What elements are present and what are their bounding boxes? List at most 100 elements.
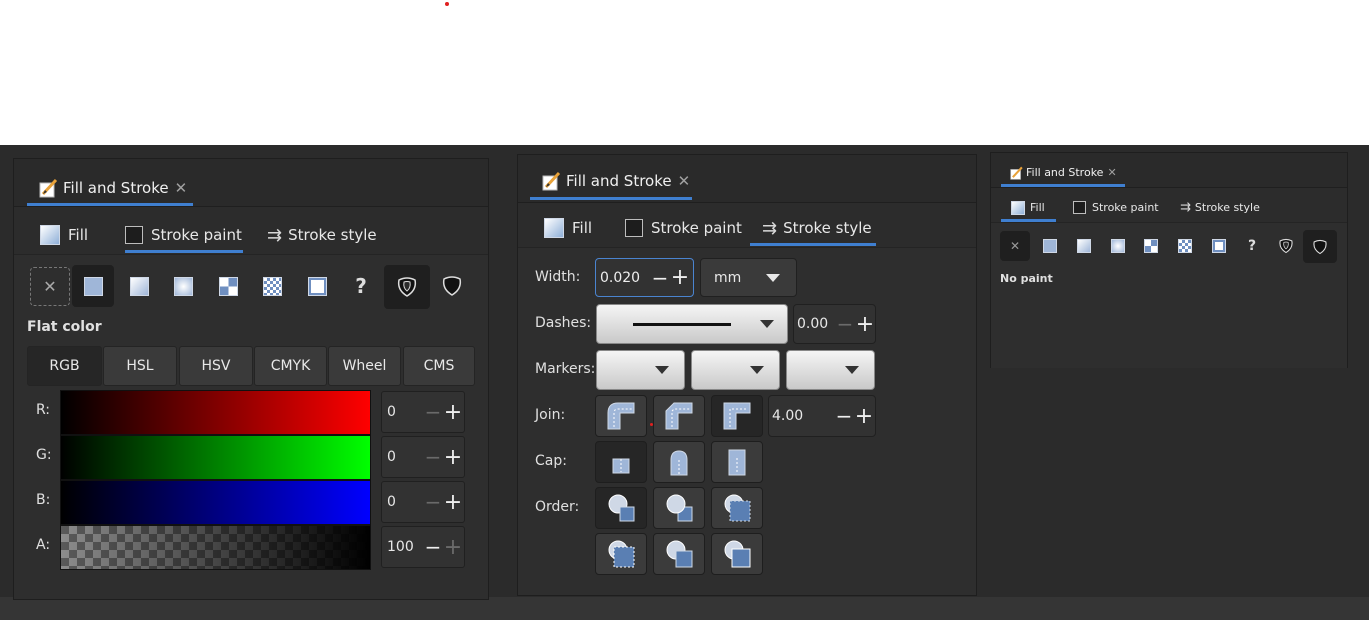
mesh-gradient-button[interactable] bbox=[207, 265, 249, 307]
order-markers-fill-stroke-button[interactable] bbox=[595, 533, 647, 575]
blue-slider[interactable] bbox=[60, 480, 371, 525]
order-fill-stroke-markers-button[interactable] bbox=[595, 487, 647, 529]
panel-3-title: Fill and Stroke bbox=[1026, 166, 1104, 179]
pattern-button[interactable] bbox=[251, 265, 293, 307]
start-marker-select[interactable] bbox=[596, 350, 685, 390]
radial-gradient-button[interactable] bbox=[1103, 231, 1133, 261]
fill-rule-nonzero-button[interactable] bbox=[431, 265, 473, 307]
flat-color-button[interactable] bbox=[1035, 231, 1065, 261]
alpha-spinbox[interactable]: 100 − + bbox=[381, 526, 465, 568]
end-marker-select[interactable] bbox=[786, 350, 875, 390]
tab-stroke-style[interactable]: ⇉ Stroke style bbox=[750, 210, 876, 246]
fill-rule-evenodd-button[interactable] bbox=[384, 265, 430, 309]
tab-stroke-style[interactable]: ⇉ Stroke style bbox=[267, 217, 377, 253]
fill-rule-nonzero-button[interactable] bbox=[1303, 230, 1337, 263]
join-round-button[interactable] bbox=[595, 395, 647, 437]
red-marker-dot bbox=[650, 423, 653, 426]
green-spinbox[interactable]: 0 − + bbox=[381, 436, 465, 478]
unset-paint-button[interactable]: ? bbox=[340, 265, 382, 307]
minus-icon[interactable]: − bbox=[423, 400, 443, 424]
tab-stroke-style[interactable]: ⇉ Stroke style bbox=[1180, 193, 1264, 222]
blue-spinbox[interactable]: 0 − + bbox=[381, 481, 465, 523]
unset-paint-button[interactable]: ? bbox=[1237, 231, 1267, 261]
minus-icon[interactable]: − bbox=[423, 535, 443, 559]
red-spinbox[interactable]: 0 − + bbox=[381, 391, 465, 433]
cap-round-button[interactable] bbox=[653, 441, 705, 483]
miter-join-icon bbox=[723, 402, 751, 430]
nonzero-icon bbox=[1313, 239, 1327, 254]
tab-stroke-paint[interactable]: Stroke paint bbox=[625, 210, 743, 246]
radial-gradient-button[interactable] bbox=[162, 265, 204, 307]
plus-icon[interactable]: + bbox=[443, 400, 463, 425]
cap-butt-button[interactable] bbox=[595, 441, 647, 483]
plus-icon[interactable]: + bbox=[670, 265, 690, 290]
channel-g-label: G: bbox=[36, 447, 52, 463]
red-slider[interactable] bbox=[60, 390, 371, 435]
no-paint-button[interactable]: ✕ bbox=[30, 267, 70, 306]
tab-fill[interactable]: Fill bbox=[40, 217, 105, 253]
tab-stroke-paint[interactable]: Stroke paint bbox=[1073, 193, 1165, 222]
minus-icon[interactable]: − bbox=[423, 445, 443, 469]
dash-pattern-select[interactable] bbox=[596, 304, 788, 344]
mode-hsv-button[interactable]: HSV bbox=[179, 346, 253, 386]
fill-stroke-icon bbox=[39, 178, 59, 198]
minus-icon[interactable]: − bbox=[423, 490, 443, 514]
plus-icon[interactable]: + bbox=[854, 404, 874, 429]
flat-color-button[interactable] bbox=[72, 265, 114, 307]
linear-gradient-icon bbox=[1077, 239, 1091, 253]
alpha-slider[interactable] bbox=[60, 525, 371, 570]
order-stroke-fill-markers-button[interactable] bbox=[653, 487, 705, 529]
miter-limit-spinbox[interactable]: 4.00 − + bbox=[768, 395, 876, 437]
tab-fill[interactable]: Fill bbox=[1001, 193, 1056, 222]
round-join-icon bbox=[607, 402, 635, 430]
channel-r-label: R: bbox=[36, 402, 51, 418]
close-icon[interactable]: ✕ bbox=[175, 179, 188, 197]
swatch-button[interactable] bbox=[296, 265, 338, 307]
unit-select[interactable]: mm bbox=[700, 258, 797, 297]
minus-icon[interactable]: − bbox=[650, 266, 670, 290]
tab-stroke-paint[interactable]: Stroke paint bbox=[125, 217, 243, 253]
pattern-button[interactable] bbox=[1170, 231, 1200, 261]
close-icon[interactable]: ✕ bbox=[678, 172, 691, 190]
order-markers-stroke-fill-button[interactable] bbox=[711, 533, 763, 575]
green-slider[interactable] bbox=[60, 435, 371, 480]
width-value: 0.020 bbox=[600, 269, 641, 286]
radial-gradient-icon bbox=[173, 276, 193, 296]
no-paint-button[interactable]: ✕ bbox=[1000, 231, 1030, 261]
linear-gradient-button[interactable] bbox=[1069, 231, 1099, 261]
mode-cmyk-button[interactable]: CMYK bbox=[254, 346, 327, 386]
mode-rgb-button[interactable]: RGB bbox=[27, 346, 102, 386]
plus-icon[interactable]: + bbox=[443, 490, 463, 515]
join-miter-button[interactable] bbox=[711, 395, 763, 437]
fill-rule-evenodd-button[interactable] bbox=[1271, 231, 1301, 261]
mode-cms-button[interactable]: CMS bbox=[403, 346, 475, 386]
alpha-value: 100 bbox=[387, 539, 414, 555]
plus-icon[interactable]: + bbox=[443, 535, 463, 560]
minus-icon[interactable]: − bbox=[835, 312, 855, 336]
bevel-join-icon bbox=[665, 402, 693, 430]
order-fill-markers-stroke-button[interactable] bbox=[711, 487, 763, 529]
mode-hsl-button[interactable]: HSL bbox=[103, 346, 177, 386]
panel-2-tab[interactable]: Fill and Stroke ✕ bbox=[530, 162, 692, 200]
minus-icon[interactable]: − bbox=[834, 404, 854, 428]
swatch-button[interactable] bbox=[1204, 231, 1234, 261]
fill-stroke-panel-3: Fill and Stroke ✕ Fill Stroke paint ⇉ St… bbox=[990, 152, 1348, 370]
join-bevel-button[interactable] bbox=[653, 395, 705, 437]
linear-gradient-button[interactable] bbox=[118, 265, 160, 307]
fill-icon bbox=[40, 225, 60, 245]
panel-1-tab[interactable]: Fill and Stroke ✕ bbox=[27, 169, 193, 206]
width-spinbox[interactable]: 0.020 − + bbox=[595, 258, 694, 297]
plus-icon[interactable]: + bbox=[443, 445, 463, 470]
mid-marker-select[interactable] bbox=[691, 350, 780, 390]
plus-icon[interactable]: + bbox=[855, 312, 875, 337]
cap-square-button[interactable] bbox=[711, 441, 763, 483]
dash-offset-spinbox[interactable]: 0.00 − + bbox=[793, 304, 876, 344]
tab-stroke-style-label: Stroke style bbox=[783, 219, 872, 237]
no-paint-status: No paint bbox=[1000, 272, 1053, 285]
order-stroke-markers-fill-button[interactable] bbox=[653, 533, 705, 575]
close-icon[interactable]: ✕ bbox=[1107, 166, 1116, 179]
panel-3-tab[interactable]: Fill and Stroke ✕ bbox=[1001, 158, 1125, 187]
mesh-gradient-button[interactable] bbox=[1136, 231, 1166, 261]
tab-fill[interactable]: Fill bbox=[544, 210, 609, 246]
mode-wheel-button[interactable]: Wheel bbox=[328, 346, 401, 386]
